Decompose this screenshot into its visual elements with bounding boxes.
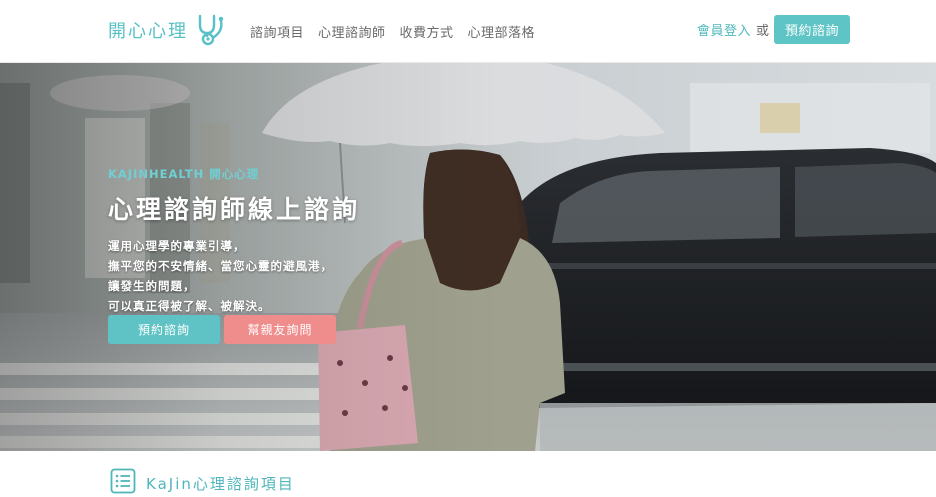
login-link[interactable]: 會員登入 (697, 20, 751, 39)
hero-eyebrow: KAJINHEALTH 開心心理 (108, 167, 260, 181)
section-title: KaJin心理諮詢項目 (146, 475, 295, 493)
list-icon (110, 468, 136, 494)
hero-buttons: 預約諮詢 幫親友詢問 (108, 315, 336, 344)
hero-line: 運用心理學的專業引導， (108, 239, 246, 253)
logo[interactable]: 開心心理 (108, 12, 226, 48)
services-section: KaJin心理諮詢項目 (0, 451, 936, 497)
main-nav: 諮詢項目 心理諮詢師 收費方式 心理部落格 (250, 22, 535, 41)
site-header: 開心心理 諮詢項目 心理諮詢師 收費方式 心理部落格 會員登入 或 預約諮詢 (0, 0, 936, 63)
hero-line: 可以真正得被了解、被解決。 (108, 299, 271, 313)
stethoscope-icon (198, 14, 224, 46)
nav-item-blog[interactable]: 心理部落格 (468, 22, 536, 41)
hero-title: 心理諮詢師線上諮詢 (108, 195, 361, 224)
ask-for-friend-button[interactable]: 幫親友詢問 (224, 315, 336, 344)
hero-description: 運用心理學的專業引導， 撫平您的不安情緒、當您心靈的避風港， 讓發生的問題， 可… (108, 236, 360, 316)
hero-banner: KAJINHEALTH 開心心理 心理諮詢師線上諮詢 運用心理學的專業引導， 撫… (0, 63, 936, 451)
hero-content: KAJINHEALTH 開心心理 心理諮詢師線上諮詢 運用心理學的專業引導， 撫… (108, 166, 360, 316)
nav-item-counselors[interactable]: 心理諮詢師 (318, 22, 386, 41)
or-text: 或 (755, 24, 769, 39)
logo-text: 開心心理 (108, 21, 188, 42)
hero-line: 撫平您的不安情緒、當您心靈的避風港， (108, 259, 333, 273)
nav-item-services[interactable]: 諮詢項目 (250, 22, 304, 41)
header-book-button[interactable]: 預約諮詢 (773, 15, 850, 44)
book-consultation-button[interactable]: 預約諮詢 (108, 315, 220, 344)
nav-item-pricing[interactable]: 收費方式 (400, 22, 454, 41)
hero-line: 讓發生的問題， (108, 279, 196, 293)
auth-area: 會員登入 或 預約諮詢 (697, 15, 850, 44)
